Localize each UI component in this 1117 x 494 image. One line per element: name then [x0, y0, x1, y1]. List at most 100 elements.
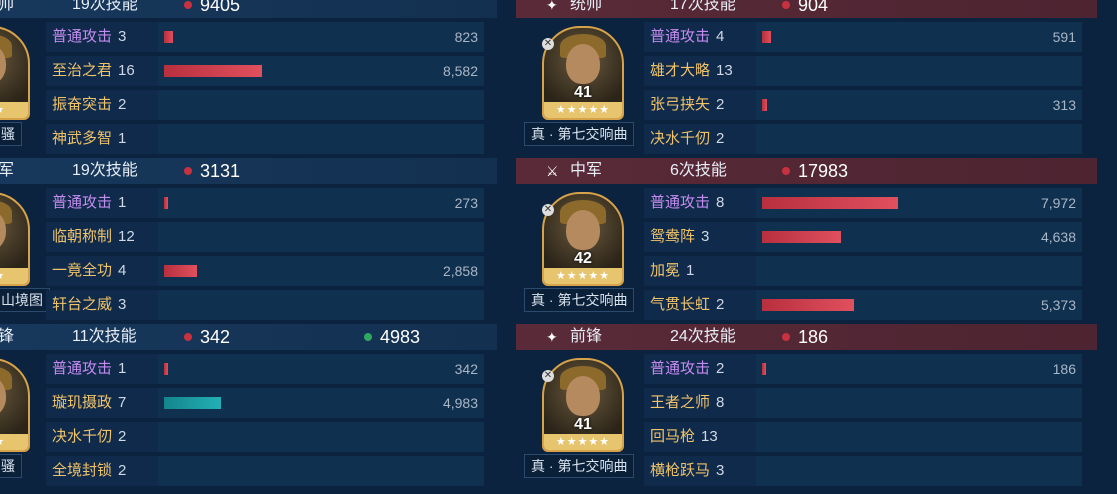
skill-name: 普通攻击: [52, 194, 113, 211]
skill-count: 2: [716, 96, 725, 113]
star-rating: ★★★: [0, 102, 28, 118]
skill-name: 雄才大略: [650, 62, 711, 79]
role-label: 军: [0, 162, 15, 179]
skill-count: 2: [716, 296, 725, 313]
general-header: 锋 11次技能 342 4983: [0, 324, 497, 350]
crossed-swords-icon: ⚔: [546, 163, 559, 179]
skill-value: 7,972: [1040, 195, 1076, 211]
skill-value: 8,582: [442, 63, 478, 79]
skill-count: 13: [701, 428, 718, 445]
heal-dot-icon: [364, 333, 372, 341]
face: [566, 376, 600, 416]
general-header: 帅 19次技能 9405: [0, 0, 497, 18]
tactic-tag[interactable]: 真 · 第七交响曲: [524, 454, 635, 478]
sparkle-icon: ✦: [546, 0, 558, 13]
damage-dot-icon: [782, 333, 790, 341]
general-portrait[interactable]: ★★★: [0, 358, 30, 452]
skill-label: 普通攻击 4: [650, 22, 724, 52]
skill-name: 决水千仞: [650, 130, 711, 147]
skill-cast-count: 19次技能: [72, 162, 138, 179]
damage-track: [756, 456, 1082, 486]
skill-label: 轩台之威 3: [52, 290, 126, 320]
tactic-tag[interactable]: 真 · 第七交响曲: [524, 288, 635, 312]
skill-name: 神武多智: [52, 130, 113, 147]
general-portrait[interactable]: ★★★: [0, 192, 30, 286]
skill-label: 横枪跃马 3: [650, 456, 724, 486]
skill-value: 823: [454, 29, 478, 45]
total-damage: 3131: [200, 161, 241, 181]
skill-label: 鸳鸯阵 3: [650, 222, 709, 252]
skill-count: 4: [716, 28, 725, 45]
skill-label: 气贯长虹 2: [650, 290, 724, 320]
tactic-tag[interactable]: 山境图: [0, 288, 50, 312]
role-label: 帅: [0, 0, 15, 13]
star-rating: ★★★★★: [544, 102, 622, 118]
skill-name: 全境封锁: [52, 462, 113, 479]
skill-label: 普通攻击 3: [52, 22, 126, 52]
face: [566, 44, 600, 84]
general-portrait[interactable]: 41 ★★★★★: [542, 358, 624, 452]
skill-value: 591: [1052, 29, 1076, 45]
skill-name: 璇玑摄政: [52, 394, 113, 411]
skill-name: 普通攻击: [52, 28, 113, 45]
general-portrait[interactable]: 42 ★★★★★: [542, 192, 624, 286]
skill-label: 振奋突击 2: [52, 90, 126, 120]
tactic-tag[interactable]: 骚: [0, 122, 22, 146]
damage-dot-icon: [184, 167, 192, 175]
total-heal: 4983: [380, 327, 421, 347]
skill-name: 轩台之威: [52, 296, 113, 313]
skill-count: 2: [716, 360, 725, 377]
damage-track: [756, 124, 1082, 154]
general-portrait[interactable]: 41 ★★★★★: [542, 26, 624, 120]
skill-value: 4,983: [442, 395, 478, 411]
general-header: ✦ 统帅 17次技能 904: [516, 0, 1097, 18]
skill-cast-count: 19次技能: [72, 0, 138, 13]
skill-name: 气贯长虹: [650, 296, 711, 313]
right-general-panel: ⚔ 中军 6次技能 17983 42 ★★★★★ ✕ 真 · 第七交响曲 普通攻击 8 7,972 鸳…: [516, 158, 1097, 328]
skill-count: 8: [716, 194, 725, 211]
skill-name: 回马枪: [650, 428, 696, 445]
skill-value: 4,638: [1040, 229, 1076, 245]
damage-track: [158, 90, 484, 120]
role-label: 中军: [570, 162, 603, 179]
skill-name: 王者之师: [650, 394, 711, 411]
general-level: 41: [574, 84, 592, 101]
skill-name: 普通攻击: [650, 360, 711, 377]
damage-dot-icon: [184, 1, 192, 9]
skill-label: 至治之君 16: [52, 56, 135, 86]
role-label: 前锋: [570, 328, 603, 345]
skill-label: 璇玑摄政 7: [52, 388, 126, 418]
skill-label: 全境封锁 2: [52, 456, 126, 486]
skill-count: 3: [118, 296, 127, 313]
total-damage: 904: [798, 0, 829, 15]
tactic-tag[interactable]: 真 · 第七交响曲: [524, 122, 635, 146]
sparkle-icon: ✦: [546, 329, 558, 345]
skill-name: 决水千仞: [52, 428, 113, 445]
general-level: 42: [574, 250, 592, 267]
skill-cast-count: 11次技能: [72, 328, 137, 345]
total-damage: 342: [200, 327, 231, 347]
star-rating: ★★★★★: [544, 268, 622, 284]
total-damage: 9405: [200, 0, 241, 15]
general-portrait[interactable]: ★★★: [0, 26, 30, 120]
skill-cast-count: 24次技能: [670, 328, 736, 345]
skill-count: 3: [716, 462, 725, 479]
skill-label: 普通攻击 1: [52, 354, 126, 384]
skill-label: 王者之师 8: [650, 388, 724, 418]
role-label: 统帅: [570, 0, 603, 13]
sword-badge-icon: ✕: [542, 204, 554, 216]
general-level: 41: [574, 416, 592, 433]
skill-count: 3: [701, 228, 710, 245]
star-rating: ★★★★★: [544, 434, 622, 450]
skill-count: 2: [118, 96, 127, 113]
skill-count: 12: [118, 228, 135, 245]
skill-count: 1: [686, 262, 695, 279]
skill-count: 2: [118, 428, 127, 445]
skill-value: 273: [454, 195, 478, 211]
skill-count: 7: [118, 394, 127, 411]
left-general-panel: 锋 11次技能 342 4983 ★★★ 骚 普通攻击 1 342 璇玑摄政 7 4,983 决水千仞 2…: [0, 324, 497, 494]
skill-name: 至治之君: [52, 62, 113, 79]
skill-count: 4: [118, 262, 127, 279]
tactic-tag[interactable]: 骚: [0, 454, 22, 478]
face: [566, 210, 600, 250]
